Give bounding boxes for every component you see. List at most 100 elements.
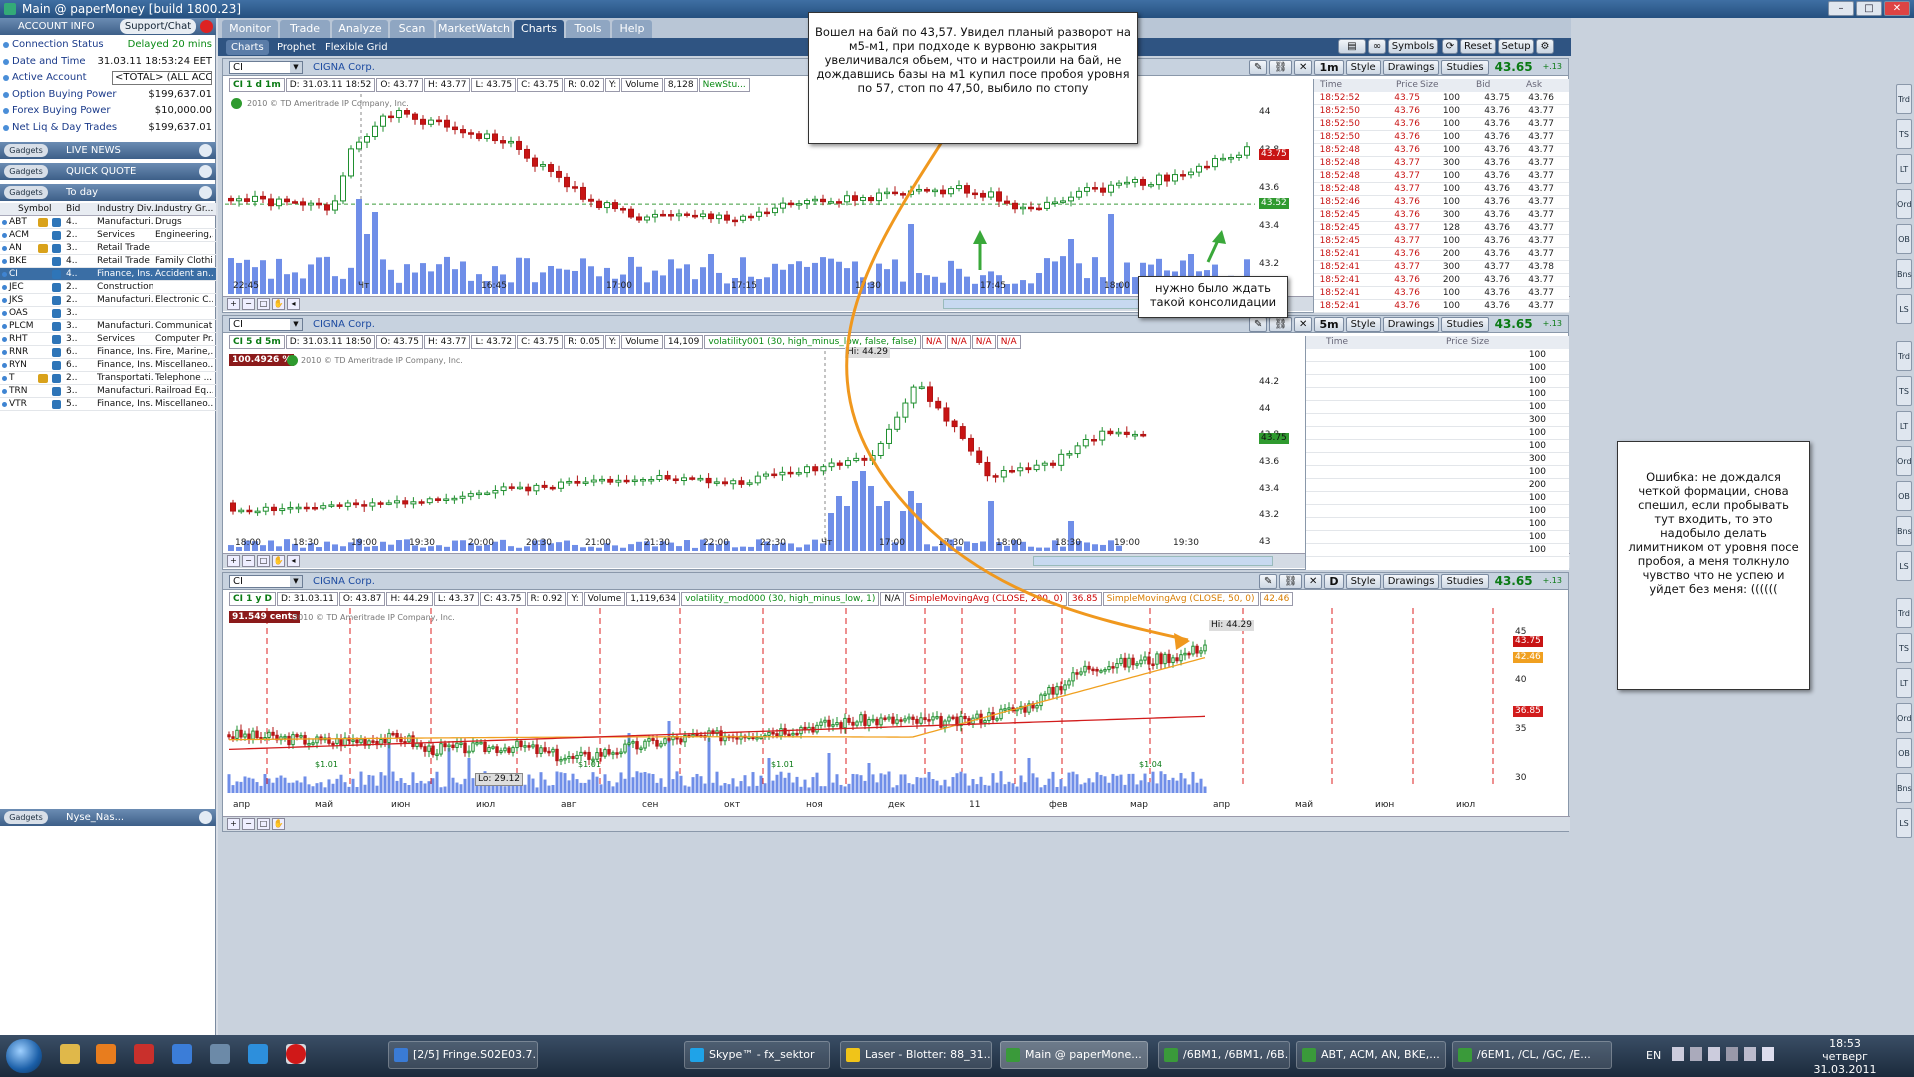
col-symbol[interactable]: Symbol: [18, 203, 52, 216]
info-icon[interactable]: [52, 296, 61, 305]
side-tab-ord[interactable]: Ord: [1896, 189, 1912, 219]
col-industry-div[interactable]: Industry Div...: [97, 203, 160, 216]
ts-col[interactable]: Time: [1320, 79, 1342, 92]
side-tab-ts[interactable]: TS: [1896, 633, 1912, 663]
watchlist-row[interactable]: TRN 3... Manufacturi...Railroad Eq...: [0, 385, 216, 398]
info-icon[interactable]: [52, 309, 61, 318]
app-icon-5[interactable]: [210, 1044, 230, 1064]
opera-icon[interactable]: [286, 1044, 306, 1064]
tab-monitor[interactable]: Monitor: [222, 20, 278, 38]
watchlist-row[interactable]: T 2... Transportati...Telephone ...: [0, 372, 216, 385]
side-tab-ord[interactable]: Ord: [1896, 703, 1912, 733]
info-icon[interactable]: [52, 322, 61, 331]
info-icon[interactable]: [52, 244, 61, 253]
alert-icon[interactable]: [200, 20, 213, 33]
col-bid[interactable]: Bid: [66, 203, 80, 216]
watchlist-row[interactable]: RHT 3... Services Computer Pr...: [0, 333, 216, 346]
info-icon[interactable]: [52, 218, 61, 227]
minimize-button[interactable]: –: [1828, 1, 1854, 16]
studies-button[interactable]: Studies: [1441, 317, 1489, 332]
gadget-menu-icon[interactable]: [199, 811, 212, 824]
dropdown-icon[interactable]: ▼: [290, 62, 302, 73]
aggregation-button[interactable]: D: [1324, 574, 1344, 589]
scroll-thumb[interactable]: [943, 299, 1158, 309]
watchlist-row[interactable]: PLCM 3... Manufacturi...Communicat...: [0, 320, 216, 333]
col-industry-grp[interactable]: Industry Gr...: [155, 203, 213, 216]
ie-icon[interactable]: [248, 1044, 268, 1064]
style-button[interactable]: Style: [1345, 317, 1381, 332]
support-chat-button[interactable]: Support/Chat: [120, 19, 196, 34]
subtab-flexible-grid[interactable]: Flexible Grid: [320, 40, 393, 55]
taskbar-item[interactable]: Main @ paperMone...: [1000, 1041, 1148, 1069]
gadgets-badge[interactable]: Gadgets: [4, 144, 48, 157]
ts-col[interactable]: Price Size: [1446, 336, 1489, 349]
side-tab-trd[interactable]: Trd: [1896, 598, 1912, 628]
symbol-input[interactable]: CI ▼: [229, 61, 303, 74]
pan-icon[interactable]: ✋: [272, 555, 285, 567]
studies-button[interactable]: Studies: [1441, 574, 1489, 589]
side-tab-lt[interactable]: LT: [1896, 154, 1912, 184]
close-chart-icon[interactable]: ✕: [1294, 60, 1313, 75]
link-chart-icon[interactable]: ⛓: [1279, 574, 1303, 589]
gadgets-badge[interactable]: Gadgets: [4, 811, 48, 824]
price-chart-daily[interactable]: [225, 608, 1510, 808]
close-chart-icon[interactable]: ✕: [1304, 574, 1323, 589]
tools-icon[interactable]: ✎: [1248, 317, 1268, 332]
style-button[interactable]: Style: [1345, 574, 1381, 589]
zoom-reset-icon[interactable]: □: [257, 818, 270, 830]
info-icon[interactable]: [52, 400, 61, 409]
pan-icon[interactable]: ✋: [272, 298, 285, 310]
studies-button[interactable]: Studies: [1441, 60, 1489, 75]
watchlist-row[interactable]: RNR 6... Finance, Ins...Fire, Marine,...: [0, 346, 216, 359]
zoom-in-icon[interactable]: +: [227, 555, 240, 567]
info-icon[interactable]: [52, 387, 61, 396]
pan-icon[interactable]: ✋: [272, 818, 285, 830]
close-window-button[interactable]: ✕: [1884, 1, 1910, 16]
start-button[interactable]: [6, 1039, 42, 1073]
info-icon[interactable]: [231, 98, 242, 109]
info-icon[interactable]: [52, 270, 61, 279]
side-tab-ts[interactable]: TS: [1896, 376, 1912, 406]
ts-col[interactable]: Size: [1420, 79, 1438, 92]
side-tab-bns[interactable]: Bns: [1896, 259, 1912, 289]
taskbar-item[interactable]: Skype™ - fx_sektor: [684, 1041, 830, 1069]
reset-button[interactable]: Reset: [1460, 39, 1496, 54]
drawings-button[interactable]: Drawings: [1382, 60, 1440, 75]
side-tab-ts[interactable]: TS: [1896, 119, 1912, 149]
media-player-icon[interactable]: [96, 1044, 116, 1064]
side-tab-ls[interactable]: LS: [1896, 551, 1912, 581]
settings-icon[interactable]: ⚙: [1536, 39, 1554, 54]
watchlist-row[interactable]: RYN 6... Finance, Ins...Miscellaneo...: [0, 359, 216, 372]
watchlist-row[interactable]: VTR 5... Finance, Ins...Miscellaneo...: [0, 398, 216, 411]
ts-col[interactable]: Bid: [1476, 79, 1490, 92]
quick-quote-gadget[interactable]: Gadgets QUICK QUOTE: [0, 163, 216, 180]
watchlist-row[interactable]: OAS 3...: [0, 307, 216, 320]
word-icon[interactable]: [134, 1044, 154, 1064]
watchlist-gadget[interactable]: Gadgets To day: [0, 184, 216, 201]
subtab-prophet[interactable]: Prophet: [272, 40, 321, 55]
side-tab-lt[interactable]: LT: [1896, 411, 1912, 441]
gadgets-badge[interactable]: Gadgets: [4, 186, 48, 199]
side-tab-ord[interactable]: Ord: [1896, 446, 1912, 476]
language-indicator[interactable]: EN: [1646, 1049, 1661, 1062]
zoom-in-icon[interactable]: +: [227, 298, 240, 310]
zoom-out-icon[interactable]: −: [242, 555, 255, 567]
bottom-gadget-title[interactable]: Nyse_Nas...: [66, 812, 124, 823]
aggregation-button[interactable]: 1m: [1314, 60, 1344, 75]
symbol-input[interactable]: CI ▼: [229, 318, 303, 331]
drawings-button[interactable]: Drawings: [1382, 574, 1440, 589]
tab-help[interactable]: Help: [612, 20, 652, 38]
side-tab-ob[interactable]: OB: [1896, 481, 1912, 511]
info-icon[interactable]: [287, 355, 298, 366]
side-tab-ls[interactable]: LS: [1896, 294, 1912, 324]
dropdown-icon[interactable]: ▼: [290, 576, 302, 587]
watchlist-row[interactable]: CI 4... Finance, Ins...Accident an...: [0, 268, 216, 281]
news-icon[interactable]: [38, 244, 48, 253]
gadgets-badge[interactable]: Gadgets: [4, 165, 48, 178]
taskbar-item[interactable]: /6EM1, /CL, /GC, /E...: [1452, 1041, 1612, 1069]
side-tab-ls[interactable]: LS: [1896, 808, 1912, 838]
refresh-icon[interactable]: ⟳: [1442, 39, 1458, 54]
side-tab-bns[interactable]: Bns: [1896, 773, 1912, 803]
gadget-menu-icon[interactable]: [199, 165, 212, 178]
watchlist-row[interactable]: JKS 2... Manufacturi...Electronic C...: [0, 294, 216, 307]
